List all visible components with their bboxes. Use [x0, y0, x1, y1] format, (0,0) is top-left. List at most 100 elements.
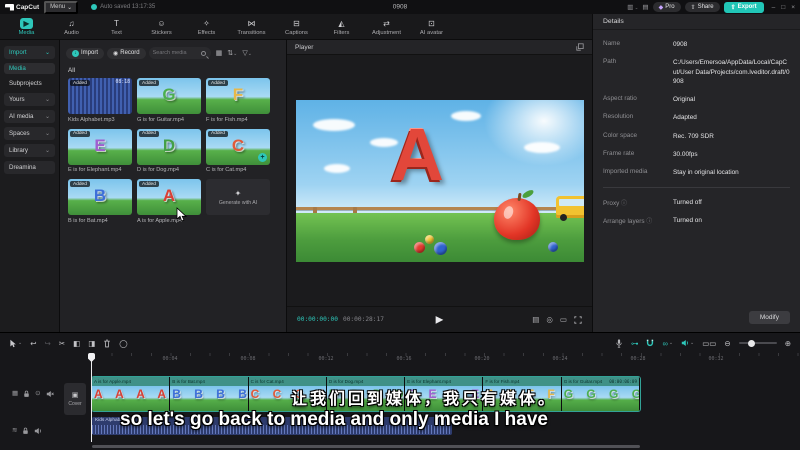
pro-button[interactable]: ◆ Pro: [652, 2, 681, 12]
sidebar-item-media[interactable]: Media: [4, 63, 55, 74]
import-button[interactable]: ↓ Import: [66, 47, 105, 59]
tab-stickers[interactable]: ☺ Stickers: [139, 18, 184, 36]
grid-view-icon[interactable]: ▦: [216, 49, 223, 57]
toggle-visibility-icon[interactable]: ⊙: [35, 390, 40, 398]
marker-icon[interactable]: ◯: [119, 339, 127, 348]
sidebar-item-spaces[interactable]: Spaces ⌄: [4, 127, 55, 140]
details-label: Proxy ⓘ: [603, 199, 628, 207]
share-button[interactable]: ⇧ Share: [684, 2, 720, 12]
filter-icon[interactable]: ▽⌄: [242, 49, 252, 57]
media-item-e-is-for-elephant-mp4[interactable]: E Added E is for Elephant.mp4: [68, 128, 132, 173]
sidebar-item-dreamina[interactable]: Dreamina: [4, 161, 55, 174]
search-box[interactable]: [148, 47, 211, 59]
fullscreen-icon[interactable]: [574, 315, 582, 324]
lock-track-icon[interactable]: [23, 390, 30, 398]
school-bus-graphic: [555, 195, 584, 221]
split-icon[interactable]: ✂: [59, 339, 65, 348]
details-row: Path C:/Users/Emersoa/AppData/Local/CapCu…: [603, 58, 790, 86]
layout-toggle-icon[interactable]: ▥ ⌄: [627, 3, 638, 11]
sidebar-item-library[interactable]: Library ⌄: [4, 144, 55, 157]
tab-filters[interactable]: ◭ Filters: [319, 18, 364, 36]
detach-player-icon[interactable]: [576, 43, 584, 51]
media-filename: G is for Guitar.mp4: [137, 116, 184, 123]
modify-button[interactable]: Modify: [748, 311, 790, 324]
blue-ball: [433, 242, 447, 256]
search-input[interactable]: [152, 50, 199, 56]
tab-ai-avatar[interactable]: ⊡ AI avatar: [409, 18, 454, 36]
preview-axis-icon[interactable]: ▭▭: [702, 339, 716, 348]
tab-audio[interactable]: ♫ Audio: [49, 18, 94, 36]
play-button[interactable]: ▶: [436, 314, 444, 325]
horizontal-scrollbar[interactable]: [92, 445, 640, 448]
timeline-clip-kids-alphabet-mp3[interactable]: Kids Alphabet.mp3: [92, 417, 452, 435]
delete-icon[interactable]: [103, 339, 111, 348]
media-item-kids-alphabet-mp3[interactable]: 08:18 Added Kids Alphabet.mp3: [68, 78, 132, 123]
link-clips-icon[interactable]: ∞ ⌄: [662, 339, 673, 348]
record-button[interactable]: ◉ Record: [107, 47, 146, 59]
timeline-zoom-slider[interactable]: [738, 339, 777, 347]
undo-icon[interactable]: ↩: [30, 339, 36, 348]
share-icon: ⇧: [690, 4, 696, 11]
timeline-clip-g-is-for-guitar-mp4[interactable]: G is for Guitar.mp4 00:00:06:09 G G G G: [561, 377, 640, 411]
sort-icon[interactable]: ⇅⌄: [227, 49, 237, 57]
menu-button[interactable]: Menu ⌄: [44, 0, 79, 14]
media-item-c-is-for-cat-mp4[interactable]: C Added + C is for Cat.mp4: [206, 128, 270, 173]
panel-layout-icon[interactable]: ▤: [642, 3, 648, 11]
sidebar-item-label: Import: [9, 49, 27, 56]
timeline-clip-d-is-for-dog-mp4[interactable]: D is for Dog.mp4 D D D D: [326, 377, 406, 411]
timeline-ruler[interactable]: 00:04 00:08 00:12 00:16 00:20 00:24 00:28 00:32: [0, 353, 800, 365]
redo-icon[interactable]: ↪: [45, 339, 51, 348]
timeline-clip-a-is-for-apple-mp4[interactable]: A is for Apple.mp4 A A A A: [92, 377, 171, 411]
generate-with-ai-label: Generate with AI: [218, 199, 258, 206]
select-tool-icon[interactable]: ⌄: [9, 339, 22, 348]
timeline-clip-b-is-for-bat-mp4[interactable]: B is for Bat.mp4 B B B B: [170, 377, 249, 411]
preview-window-icon[interactable]: ◎: [546, 315, 553, 324]
sidebar-item-ai-media[interactable]: AI media ⌄: [4, 110, 55, 123]
zoom-out-icon[interactable]: ⊖: [724, 339, 730, 348]
playhead[interactable]: [91, 354, 92, 442]
sidebar-item-import[interactable]: Import ⌄: [4, 46, 55, 59]
delete-right-icon[interactable]: ◨: [88, 339, 95, 348]
zoom-in-icon[interactable]: ⊕: [785, 339, 791, 348]
tab-media[interactable]: ▶ Media: [4, 17, 49, 36]
search-icon: [200, 50, 206, 56]
letter-graphic: F: [232, 85, 244, 105]
maximize-button[interactable]: □: [781, 4, 785, 11]
media-filename: D is for Dog.mp4: [137, 167, 179, 173]
voiceover-mic-icon[interactable]: [615, 338, 623, 348]
timeline-clip-e-is-for-elephant-mp4[interactable]: E is for Elephant.mp4 E E E E: [405, 377, 484, 411]
tab-text[interactable]: T Text: [94, 18, 139, 36]
close-button[interactable]: ×: [791, 4, 795, 11]
timeline-clip-c-is-for-cat-mp4[interactable]: C is for Cat.mp4 C C C C: [248, 377, 327, 411]
mute-track-icon[interactable]: [34, 427, 42, 435]
tab-captions[interactable]: ⊟ Captions: [274, 18, 319, 36]
mirror-preview-icon[interactable]: ⊶: [631, 339, 639, 348]
magnet-snap-icon[interactable]: [646, 339, 654, 347]
media-item-f-is-for-fish-mp4[interactable]: F Added F is for Fish.mp4: [206, 78, 270, 123]
cover-button[interactable]: ▣ Cover: [64, 383, 86, 415]
pro-label: Pro: [665, 4, 675, 10]
media-item-b-is-for-bat-mp4[interactable]: B Added B is for Bat.mp4: [68, 179, 132, 224]
timeline-clip-f-is-for-fish-mp4[interactable]: F is for Fish.mp4 F F F F: [483, 377, 562, 411]
quality-icon[interactable]: ▤: [532, 315, 539, 324]
media-item-a-is-for-apple-mp4[interactable]: A Added A is for Apple.mp4: [137, 179, 201, 224]
mute-track-icon[interactable]: [46, 390, 54, 398]
tab-effects[interactable]: ✧ Effects: [184, 18, 229, 36]
tab-transitions[interactable]: ⋈ Transitions: [229, 18, 274, 36]
media-item-generate-with-ai[interactable]: ✦ Generate with AI: [206, 179, 270, 215]
ratio-icon[interactable]: ▭: [560, 315, 567, 324]
sidebar-item-yours[interactable]: Yours ⌄: [4, 93, 55, 106]
clip-frames: D D D D: [326, 386, 405, 411]
delete-left-icon[interactable]: ◧: [73, 339, 80, 348]
audio-track-icon[interactable]: ⌄: [681, 339, 694, 347]
media-item-g-is-for-guitar-mp4[interactable]: G Added G is for Guitar.mp4: [137, 78, 201, 123]
sidebar-item-subprojects[interactable]: Subprojects: [4, 78, 55, 89]
add-to-timeline-button[interactable]: +: [258, 152, 267, 162]
export-button[interactable]: ⇧ Export: [723, 1, 764, 13]
minimize-button[interactable]: –: [772, 4, 776, 11]
added-badge: Added: [70, 130, 90, 137]
tab-adjustment[interactable]: ⇄ Adjustment: [364, 18, 409, 36]
media-item-d-is-for-dog-mp4[interactable]: D Added D is for Dog.mp4: [137, 128, 201, 173]
lock-track-icon[interactable]: [22, 427, 29, 435]
zoom-slider-knob[interactable]: [747, 339, 755, 347]
